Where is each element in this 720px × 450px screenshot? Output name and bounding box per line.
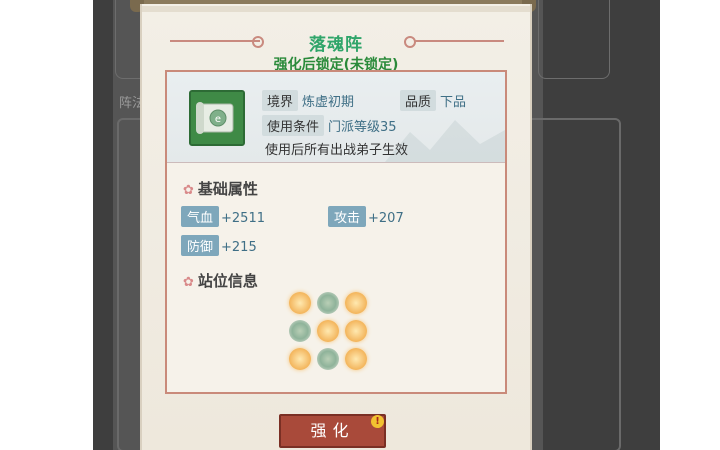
stat-label: 攻击	[328, 206, 367, 227]
alert-badge-icon: !	[371, 415, 384, 428]
stat-defense: 防御 +215	[181, 235, 257, 256]
formation-slot-green	[289, 320, 311, 342]
title-ornament-dot-right	[404, 36, 416, 48]
detail-card: e 境界 炼虚初期 品质 下品 使用条件 门派等级35 使用后所有出战弟子生效 ✿ 基础…	[165, 70, 507, 394]
title-ornament-right	[414, 40, 504, 42]
left-margin	[0, 0, 93, 450]
formation-slot-gold	[345, 292, 367, 314]
condition-row: 使用条件 门派等级35	[262, 115, 397, 136]
formation-slot-green	[317, 292, 339, 314]
effect-text: 使用后所有出战弟子生效	[265, 143, 409, 158]
position-info-header: ✿ 站位信息	[183, 270, 258, 291]
formation-slot-gold	[289, 348, 311, 370]
condition-value: 门派等级35	[328, 120, 397, 135]
quality-row: 品质 下品	[400, 90, 466, 111]
formation-slot-gold	[345, 320, 367, 342]
formation-grid	[289, 292, 367, 370]
stat-attack: 攻击 +207	[328, 206, 404, 227]
popup-title: 落魂阵	[309, 35, 363, 55]
position-info-title: 站位信息	[197, 272, 258, 290]
base-attributes-title: 基础属性	[197, 180, 258, 198]
scroll-formation-icon[interactable]: e	[189, 90, 245, 146]
stat-hp: 气血 +2511	[181, 206, 265, 227]
title-row: 落魂阵	[142, 30, 530, 55]
title-ornament-dot-left	[252, 36, 264, 48]
realm-value: 炼虚初期	[302, 95, 355, 110]
stat-label: 气血	[181, 206, 220, 227]
item-info-panel: e 境界 炼虚初期 品质 下品 使用条件 门派等级35 使用后所有出战弟子生效	[167, 72, 505, 163]
formation-slot-gold	[289, 292, 311, 314]
stat-label: 防御	[181, 235, 220, 256]
stat-value: +207	[368, 211, 404, 226]
formation-slot-green	[317, 348, 339, 370]
title-ornament-left	[170, 40, 260, 42]
flower-icon: ✿	[183, 275, 194, 290]
enhance-button[interactable]: 强化	[279, 414, 386, 448]
stat-value: +2511	[221, 211, 265, 226]
background-slot-right	[538, 0, 610, 79]
formation-slot-gold	[317, 320, 339, 342]
realm-row: 境界 炼虚初期	[262, 90, 354, 111]
formation-slot-gold	[345, 348, 367, 370]
quality-value: 下品	[440, 95, 467, 110]
base-attributes-header: ✿ 基础属性	[183, 178, 258, 199]
quality-label: 品质	[400, 90, 437, 111]
svg-text:e: e	[215, 114, 221, 125]
right-margin	[660, 0, 720, 450]
scroll-fold	[142, 6, 530, 12]
realm-label: 境界	[262, 90, 299, 111]
stat-value: +215	[221, 240, 257, 255]
flower-icon: ✿	[183, 183, 194, 198]
condition-label: 使用条件	[262, 115, 325, 136]
